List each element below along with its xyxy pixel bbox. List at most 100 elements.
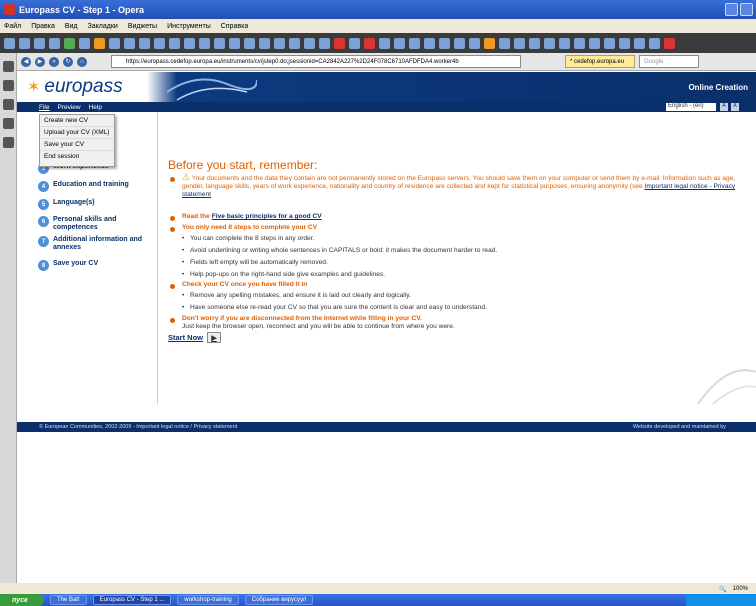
tab-icon[interactable] [379,37,390,49]
tab-icon[interactable] [214,37,225,49]
tab-toolbar [0,33,756,53]
start-button[interactable]: пуск [0,594,44,606]
tab-icon[interactable] [244,37,255,49]
tab-icon[interactable] [109,37,120,49]
tab-icon[interactable] [34,37,45,49]
footer-copyright[interactable]: © European Communities, 2002-2009 - Impo… [39,424,237,430]
tab-icon[interactable] [304,37,315,49]
tab-icon[interactable] [409,37,420,49]
text-size-decrease-button[interactable]: A [720,103,728,111]
stars-icon: ✶ [27,79,41,96]
minimize-button[interactable] [725,3,738,16]
principles-link[interactable]: Five basic principles for a good CV [212,213,322,220]
reload-icon[interactable]: ↻ [63,56,73,67]
tab-icon[interactable] [649,37,660,49]
tab-icon[interactable] [274,37,285,49]
zoom-icon[interactable]: 🔍 [719,586,726,593]
language-select[interactable]: English - (en) [666,103,716,111]
step-item[interactable]: 7 Additional information and annexes [38,236,148,252]
nav-preview[interactable]: Preview [57,104,80,111]
step-item[interactable]: 5 Language(s) [38,199,95,210]
menu-help[interactable]: Справка [221,23,248,30]
tab-icon[interactable] [169,37,180,49]
menu-edit[interactable]: Правка [31,23,55,30]
tab-icon[interactable] [139,37,150,49]
tab-icon[interactable] [229,37,240,49]
tab-icon[interactable] [184,37,195,49]
tab-icon[interactable] [49,37,60,49]
europass-logo[interactable]: ✶ europass [27,76,123,98]
tab-icon[interactable] [514,37,525,49]
tab-icon[interactable] [559,37,570,49]
tab-icon[interactable] [349,37,360,49]
tab-icon[interactable] [289,37,300,49]
tab-icon[interactable] [4,37,15,49]
menu-item-end-session[interactable]: End session [40,151,114,163]
tab-icon[interactable] [544,37,555,49]
menu-tools[interactable]: Инструменты [167,23,211,30]
menu-item-save-cv[interactable]: Save your CV [40,139,114,151]
menu-file[interactable]: Файл [4,23,21,30]
tab-icon[interactable] [604,37,615,49]
warning-icon: ⚠ [182,172,191,182]
tab-icon[interactable] [19,37,30,49]
notes-icon[interactable] [3,99,14,110]
menu-item-create-new-cv[interactable]: Create new CV [40,115,114,127]
tab-icon[interactable] [574,37,585,49]
site-security-badge[interactable]: * cedefop.europa.eu [565,55,635,68]
tab-icon[interactable] [589,37,600,49]
fast-forward-icon[interactable]: » [49,56,59,67]
tab-icon[interactable] [64,37,75,49]
tab-icon[interactable] [364,37,375,49]
menu-item-upload-cv[interactable]: Upload your CV (XML) [40,127,114,139]
taskbar-item[interactable]: Собрание вирусуул [244,595,314,605]
tab-icon[interactable] [79,37,90,49]
close-button[interactable] [740,3,753,16]
tab-icon[interactable] [334,37,345,49]
tab-icon[interactable] [319,37,330,49]
history-icon[interactable] [3,118,14,129]
address-input[interactable]: https://europass.cedefop.europa.eu/instr… [111,55,521,68]
tab-icon[interactable] [634,37,645,49]
tab-icon[interactable] [394,37,405,49]
menu-bookmarks[interactable]: Закладки [88,23,118,30]
tab-icon[interactable] [619,37,630,49]
widgets-icon[interactable] [3,80,14,91]
back-icon[interactable]: ◀ [21,56,31,67]
add-panel-icon[interactable] [3,137,14,148]
main-content: Before you start, remember: ⚠ Your docum… [158,112,756,411]
search-input[interactable]: Google [639,55,699,68]
home-icon[interactable]: ⌂ [77,56,87,67]
menu-view[interactable]: Вид [65,23,78,30]
tab-icon[interactable] [439,37,450,49]
tab-icon[interactable] [529,37,540,49]
swoosh-graphic [167,78,257,101]
page-title: Before you start, remember: [168,158,318,172]
zoom-level[interactable]: 100% [733,586,748,592]
tab-icon[interactable] [124,37,135,49]
tab-icon[interactable] [259,37,270,49]
tab-icon[interactable] [484,37,495,49]
bookmarks-icon[interactable] [3,61,14,72]
text-size-increase-button[interactable]: A [731,103,739,111]
forward-icon[interactable]: ▶ [35,56,45,67]
tab-icon[interactable] [469,37,480,49]
tab-icon[interactable] [499,37,510,49]
taskbar-item[interactable]: Europass CV - Step 1 ... [92,595,172,605]
tab-icon[interactable] [664,37,675,49]
nav-help[interactable]: Help [89,104,102,111]
tab-icon[interactable] [154,37,165,49]
nav-file[interactable]: File [39,104,49,111]
system-tray[interactable] [686,594,756,606]
tab-icon[interactable] [454,37,465,49]
tab-icon[interactable] [199,37,210,49]
tab-icon[interactable] [424,37,435,49]
taskbar-item[interactable]: The Bat! [50,595,87,605]
taskbar-item[interactable]: workshop-training [177,595,239,605]
menu-widgets[interactable]: Виджеты [128,23,157,30]
step-item[interactable]: 4 Education and training [38,181,129,192]
tab-icon[interactable] [94,37,105,49]
step-item[interactable]: 6 Personal skills and competences [38,216,138,232]
step-item[interactable]: 8 Save your CV [38,260,98,271]
start-now-button[interactable]: Start Now ▶ [168,332,222,343]
